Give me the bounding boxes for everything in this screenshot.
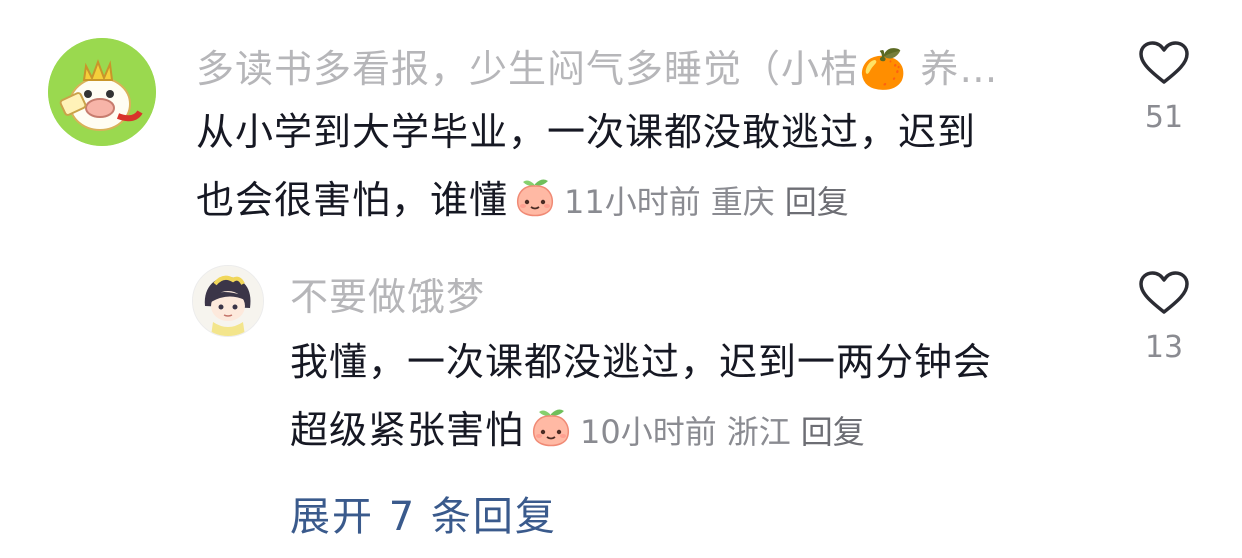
comment-text: 从小学到大学毕业，一次课都没敢逃过，迟到 也会很害怕，谁懂 11小时前 重庆 回复 [196, 98, 1096, 242]
comment-meta: 10小时前 浙江 回复 [580, 413, 875, 451]
comment-location: 重庆 [710, 183, 775, 221]
reply-button[interactable]: 回复 [785, 183, 849, 221]
peach-smile-emoji-icon [528, 404, 574, 472]
comment-meta: 11小时前 重庆 回复 [564, 183, 859, 221]
comment-text-fragment: 超级紧张害怕 [290, 408, 525, 452]
username[interactable]: 多读书多看报，少生闷气多睡觉（小桔🍊 养… [196, 38, 1076, 93]
heart-icon[interactable] [1138, 270, 1190, 316]
avatar[interactable] [192, 265, 264, 337]
like-count: 51 [1144, 100, 1184, 135]
comment-text-fragment: 也会很害怕，谁懂 [196, 178, 509, 222]
comment-text-line: 我懂，一次课都没逃过，迟到一两分钟会 [290, 340, 993, 384]
anime-girl-avatar-icon [193, 266, 263, 336]
reply-item: 不要做饿梦 我懂，一次课都没逃过，迟到一两分钟会 超级紧张害怕 10小时前 浙江回… [0, 248, 1242, 468]
comment-time: 10小时前 [580, 413, 717, 451]
like-control[interactable]: 51 [1124, 40, 1204, 135]
comment-time: 11小时前 [564, 183, 701, 221]
peach-smile-emoji-icon [512, 174, 558, 242]
comment-text-line: 超级紧张害怕 10小时前 浙江 回复 [290, 396, 1110, 472]
comment-text-line: 从小学到大学毕业，一次课都没敢逃过，迟到 [196, 110, 977, 154]
like-count: 13 [1144, 330, 1184, 365]
comment-item: 多读书多看报，少生闷气多睡觉（小桔🍊 养… 从小学到大学毕业，一次课都没敢逃过，… [0, 0, 1242, 240]
heart-icon[interactable] [1138, 40, 1190, 86]
expand-replies-button[interactable]: 展开 7 条回复 [290, 484, 557, 542]
reply-button[interactable]: 回复 [801, 413, 865, 451]
comment-location: 浙江 [726, 413, 791, 451]
avatar[interactable] [48, 38, 156, 146]
cartoon-pig-crown-avatar-icon [48, 38, 156, 146]
username[interactable]: 不要做饿梦 [290, 266, 485, 321]
like-control[interactable]: 13 [1124, 270, 1204, 365]
comment-text: 我懂，一次课都没逃过，迟到一两分钟会 超级紧张害怕 10小时前 浙江 回复 [290, 328, 1110, 472]
comment-text-line: 也会很害怕，谁懂 11小时前 重庆 回复 [196, 166, 1096, 242]
